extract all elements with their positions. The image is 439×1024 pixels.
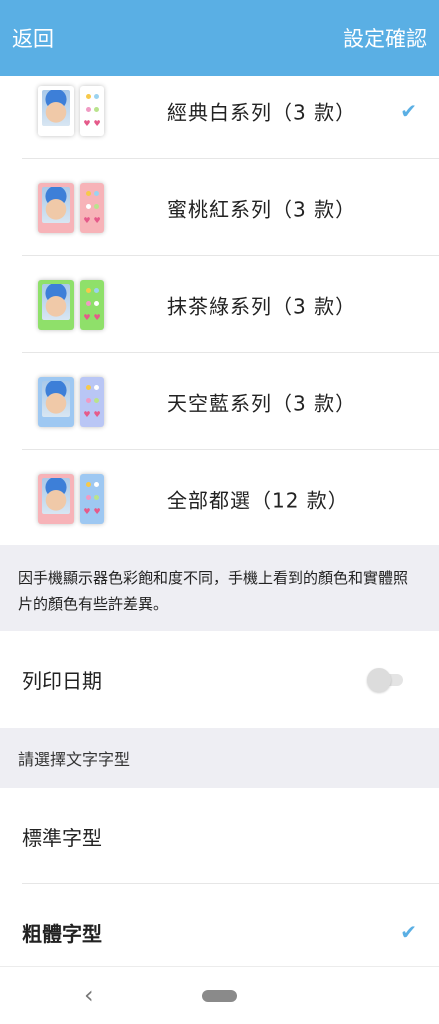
heart-icon: ♥ bbox=[83, 118, 91, 128]
print-date-toggle[interactable] bbox=[367, 667, 405, 692]
heart-icon: ♥ bbox=[83, 506, 91, 516]
nav-home-pill[interactable] bbox=[202, 990, 237, 1002]
theme-thumbnail: ♥ ♥ bbox=[38, 279, 104, 330]
deco-dot bbox=[93, 300, 99, 306]
heart-icon: ♥ bbox=[83, 312, 91, 322]
deco-dot bbox=[85, 397, 91, 403]
deco-dot bbox=[85, 106, 91, 112]
deco-card-preview: ♥ ♥ bbox=[80, 182, 104, 233]
theme-thumbnail: ♥ ♥ bbox=[38, 473, 104, 524]
heart-icon: ♥ bbox=[93, 312, 101, 322]
deco-card-preview: ♥ ♥ bbox=[80, 473, 104, 524]
deco-dot bbox=[93, 397, 99, 403]
check-icon: ✔ bbox=[400, 920, 417, 944]
theme-label: 蜜桃紅系列（3 款） bbox=[167, 197, 357, 221]
theme-label: 經典白系列（3 款） bbox=[167, 100, 357, 124]
print-date-label: 列印日期 bbox=[22, 669, 102, 693]
confirm-settings-button[interactable]: 設定確認 bbox=[343, 23, 427, 53]
deco-dot bbox=[93, 93, 99, 99]
deco-dot bbox=[93, 287, 99, 293]
heart-icon: ♥ bbox=[93, 506, 101, 516]
heart-icon: ♥ bbox=[93, 118, 101, 128]
theme-thumbnail: ♥ ♥ bbox=[38, 376, 104, 427]
font-option-label: 粗體字型 bbox=[22, 921, 102, 946]
theme-row-sky[interactable]: ♥ ♥ 天空藍系列（3 款） bbox=[0, 353, 439, 450]
theme-thumbnail: ♥ ♥ bbox=[38, 182, 104, 233]
theme-row-all[interactable]: ♥ ♥ 全部都選（12 款） bbox=[0, 450, 439, 547]
deco-card-preview: ♥ ♥ bbox=[80, 376, 104, 427]
theme-row-matcha[interactable]: ♥ ♥ 抹茶綠系列（3 款） bbox=[0, 256, 439, 353]
deco-dot bbox=[93, 190, 99, 196]
theme-label: 抹茶綠系列（3 款） bbox=[167, 294, 357, 318]
deco-dot bbox=[93, 203, 99, 209]
deco-dot bbox=[85, 203, 91, 209]
heart-icon: ♥ bbox=[93, 409, 101, 419]
deco-dot bbox=[85, 384, 91, 390]
photo-card-preview bbox=[38, 182, 74, 233]
deco-dot bbox=[85, 287, 91, 293]
photo-card-preview bbox=[38, 85, 74, 136]
check-icon: ✔ bbox=[400, 98, 417, 123]
nav-back-icon[interactable]: ‹ bbox=[84, 981, 94, 1009]
heart-icon: ♥ bbox=[93, 215, 101, 225]
deco-dot bbox=[93, 106, 99, 112]
deco-dot bbox=[85, 93, 91, 99]
deco-card-preview: ♥ ♥ bbox=[80, 279, 104, 330]
heart-icon: ♥ bbox=[83, 215, 91, 225]
theme-list: ♥ ♥ 經典白系列（3 款） ✔ ♥ ♥ 蜜桃紅系列（3 款） ♥ ♥ 抹茶綠系列（3… bbox=[0, 62, 439, 547]
deco-dot bbox=[85, 494, 91, 500]
theme-label: 全部都選（12 款） bbox=[167, 488, 349, 512]
photo-card-preview bbox=[38, 376, 74, 427]
deco-card-preview: ♥ ♥ bbox=[80, 85, 104, 136]
theme-row-white[interactable]: ♥ ♥ 經典白系列（3 款） ✔ bbox=[0, 62, 439, 159]
heart-icon: ♥ bbox=[83, 409, 91, 419]
print-date-row: 列印日期 bbox=[0, 631, 439, 728]
deco-dot bbox=[85, 481, 91, 487]
photo-card-preview bbox=[38, 473, 74, 524]
deco-dot bbox=[85, 300, 91, 306]
deco-dot bbox=[93, 384, 99, 390]
font-option-standard[interactable]: 標準字型 bbox=[0, 788, 439, 884]
theme-label: 天空藍系列（3 款） bbox=[167, 391, 357, 415]
theme-thumbnail: ♥ ♥ bbox=[38, 85, 104, 136]
font-option-label: 標準字型 bbox=[22, 825, 102, 850]
deco-dot bbox=[85, 190, 91, 196]
deco-dot bbox=[93, 494, 99, 500]
toggle-knob bbox=[367, 667, 391, 692]
back-button[interactable]: 返回 bbox=[12, 23, 54, 53]
theme-row-peach[interactable]: ♥ ♥ 蜜桃紅系列（3 款） bbox=[0, 159, 439, 256]
font-section-header: 請選擇文字字型 bbox=[0, 728, 439, 788]
photo-card-preview bbox=[38, 279, 74, 330]
deco-dot bbox=[93, 481, 99, 487]
system-nav-bar: ‹ bbox=[0, 966, 439, 1024]
color-notice: 因手機顯示器色彩飽和度不同，手機上看到的顏色和實體照片的顏色有些許差異。 bbox=[0, 545, 439, 631]
